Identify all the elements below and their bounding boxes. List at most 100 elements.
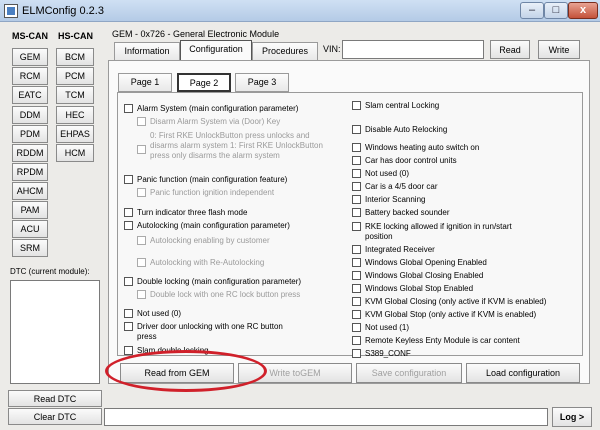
module-hcm-button[interactable]: HCM xyxy=(56,144,94,162)
option-integrated-receiver[interactable]: Integrated Receiver xyxy=(352,245,435,255)
module-pcm-button[interactable]: PCM xyxy=(56,67,94,85)
option-autolocking-re-autolocking[interactable]: Autolocking with Re-Autolocking xyxy=(137,258,264,268)
option-driver-door-unlocking[interactable]: Driver door unlocking with one RC button… xyxy=(124,322,304,342)
checkbox[interactable] xyxy=(124,322,133,331)
checkbox[interactable] xyxy=(137,117,146,126)
checkbox[interactable] xyxy=(124,346,133,355)
module-bcm-button[interactable]: BCM xyxy=(56,48,94,66)
module-pam-button[interactable]: PAM xyxy=(12,201,48,219)
tab-page-3[interactable]: Page 3 xyxy=(235,73,289,92)
checkbox[interactable] xyxy=(124,309,133,318)
checkbox[interactable] xyxy=(137,258,146,267)
option-windows-heating-auto[interactable]: Windows heating auto switch on xyxy=(352,143,479,153)
checkbox[interactable] xyxy=(137,236,146,245)
log-button[interactable]: Log > xyxy=(552,407,592,427)
option-rke-module-car-content[interactable]: Remote Keyless Enty Module is car conten… xyxy=(352,336,520,346)
option-windows-global-stop[interactable]: Windows Global Stop Enabled xyxy=(352,284,473,294)
checkbox[interactable] xyxy=(352,336,361,345)
checkbox[interactable] xyxy=(352,195,361,204)
clear-dtc-button[interactable]: Clear DTC xyxy=(8,408,102,425)
option-door-control-units[interactable]: Car has door control units xyxy=(352,156,457,166)
checkbox[interactable] xyxy=(352,156,361,165)
option-disarm-alarm-key[interactable]: Disarm Alarm System via (Door) Key xyxy=(137,117,280,127)
option-kvm-global-stop[interactable]: KVM Global Stop (only active if KVM is e… xyxy=(352,310,536,320)
read-vin-button[interactable]: Read xyxy=(490,40,530,59)
checkbox[interactable] xyxy=(352,245,361,254)
checkbox[interactable] xyxy=(352,271,361,280)
option-double-lock-one-press[interactable]: Double lock with one RC lock button pres… xyxy=(137,290,300,300)
option-four-five-door-car[interactable]: Car is a 4/5 door car xyxy=(352,182,437,192)
module-gem-button[interactable]: GEM xyxy=(12,48,48,66)
close-button[interactable]: x xyxy=(568,2,598,19)
dtc-list[interactable] xyxy=(10,280,100,384)
checkbox[interactable] xyxy=(352,258,361,267)
module-ahcm-button[interactable]: AHCM xyxy=(12,182,48,200)
checkbox[interactable] xyxy=(352,125,361,134)
checkbox[interactable] xyxy=(352,143,361,152)
module-tcm-button[interactable]: TCM xyxy=(56,86,94,104)
ms-can-label: MS-CAN xyxy=(12,31,48,41)
option-s389-conf[interactable]: S389_CONF xyxy=(352,349,411,359)
checkbox[interactable] xyxy=(352,182,361,191)
module-ehpas-button[interactable]: EHPAS xyxy=(56,125,94,143)
module-ddm-button[interactable]: DDM xyxy=(12,106,48,124)
checkbox[interactable] xyxy=(137,290,146,299)
option-not-used-0-right[interactable]: Not used (0) xyxy=(352,169,409,179)
option-autolocking-by-customer[interactable]: Autolocking enabling by customer xyxy=(137,236,270,246)
module-acu-button[interactable]: ACU xyxy=(12,220,48,238)
checkbox[interactable] xyxy=(124,104,133,113)
checkbox[interactable] xyxy=(124,208,133,217)
module-rcm-button[interactable]: RCM xyxy=(12,67,48,85)
checkbox[interactable] xyxy=(352,222,361,231)
tab-procedures[interactable]: Procedures xyxy=(252,42,318,60)
option-not-used-1[interactable]: Not used (1) xyxy=(352,323,409,333)
module-srm-button[interactable]: SRM xyxy=(12,239,48,257)
save-configuration-button[interactable]: Save configuration xyxy=(356,363,462,383)
checkbox[interactable] xyxy=(352,349,361,358)
module-pdm-button[interactable]: PDM xyxy=(12,125,48,143)
tab-configuration[interactable]: Configuration xyxy=(180,40,252,60)
checkbox[interactable] xyxy=(352,297,361,306)
option-double-locking[interactable]: Double locking (main configuration param… xyxy=(124,277,301,287)
log-input[interactable] xyxy=(104,408,548,426)
option-disable-auto-relocking[interactable]: Disable Auto Relocking xyxy=(352,125,447,135)
checkbox[interactable] xyxy=(137,145,146,154)
option-rke-locking-ignition[interactable]: RKE locking allowed if ignition in run/s… xyxy=(352,222,522,242)
option-rke-unlock-mode[interactable]: 0: First RKE UnlockButton press unlocks … xyxy=(137,131,327,161)
option-autolocking[interactable]: Autolocking (main configuration paramete… xyxy=(124,221,290,231)
option-interior-scanning[interactable]: Interior Scanning xyxy=(352,195,425,205)
write-vin-button[interactable]: Write xyxy=(538,40,580,59)
checkbox[interactable] xyxy=(352,323,361,332)
checkbox[interactable] xyxy=(352,310,361,319)
option-alarm-system[interactable]: Alarm System (main configuration paramet… xyxy=(124,104,298,114)
checkbox[interactable] xyxy=(352,169,361,178)
checkbox[interactable] xyxy=(124,175,133,184)
tab-information[interactable]: Information xyxy=(114,42,180,60)
option-kvm-global-closing[interactable]: KVM Global Closing (only active if KVM i… xyxy=(352,297,546,307)
read-dtc-button[interactable]: Read DTC xyxy=(8,390,102,407)
option-windows-global-opening[interactable]: Windows Global Opening Enabled xyxy=(352,258,487,268)
tab-page-1[interactable]: Page 1 xyxy=(118,73,172,92)
checkbox[interactable] xyxy=(124,277,133,286)
tab-page-2[interactable]: Page 2 xyxy=(177,73,231,92)
checkbox[interactable] xyxy=(352,208,361,217)
module-rpdm-button[interactable]: RPDM xyxy=(12,163,48,181)
option-slam-central-locking[interactable]: Slam central Locking xyxy=(352,101,439,111)
maximize-button[interactable]: □ xyxy=(544,2,568,19)
module-eatc-button[interactable]: EATC xyxy=(12,86,48,104)
checkbox[interactable] xyxy=(352,101,361,110)
vin-input[interactable] xyxy=(342,40,484,59)
module-hec-button[interactable]: HEC xyxy=(56,106,94,124)
minimize-button[interactable]: – xyxy=(520,2,544,19)
option-windows-global-closing[interactable]: Windows Global Closing Enabled xyxy=(352,271,483,281)
checkbox[interactable] xyxy=(124,221,133,230)
checkbox[interactable] xyxy=(137,188,146,197)
checkbox[interactable] xyxy=(352,284,361,293)
option-panic-function[interactable]: Panic function (main configuration featu… xyxy=(124,175,287,185)
load-configuration-button[interactable]: Load configuration xyxy=(466,363,580,383)
option-battery-backed-sounder[interactable]: Battery backed sounder xyxy=(352,208,450,218)
option-panic-ignition-independent[interactable]: Panic function ignition independent xyxy=(137,188,274,198)
option-turn-indicator-three-flash[interactable]: Turn indicator three flash mode xyxy=(124,208,247,218)
module-rddm-button[interactable]: RDDM xyxy=(12,144,48,162)
option-not-used-0-left[interactable]: Not used (0) xyxy=(124,309,181,319)
